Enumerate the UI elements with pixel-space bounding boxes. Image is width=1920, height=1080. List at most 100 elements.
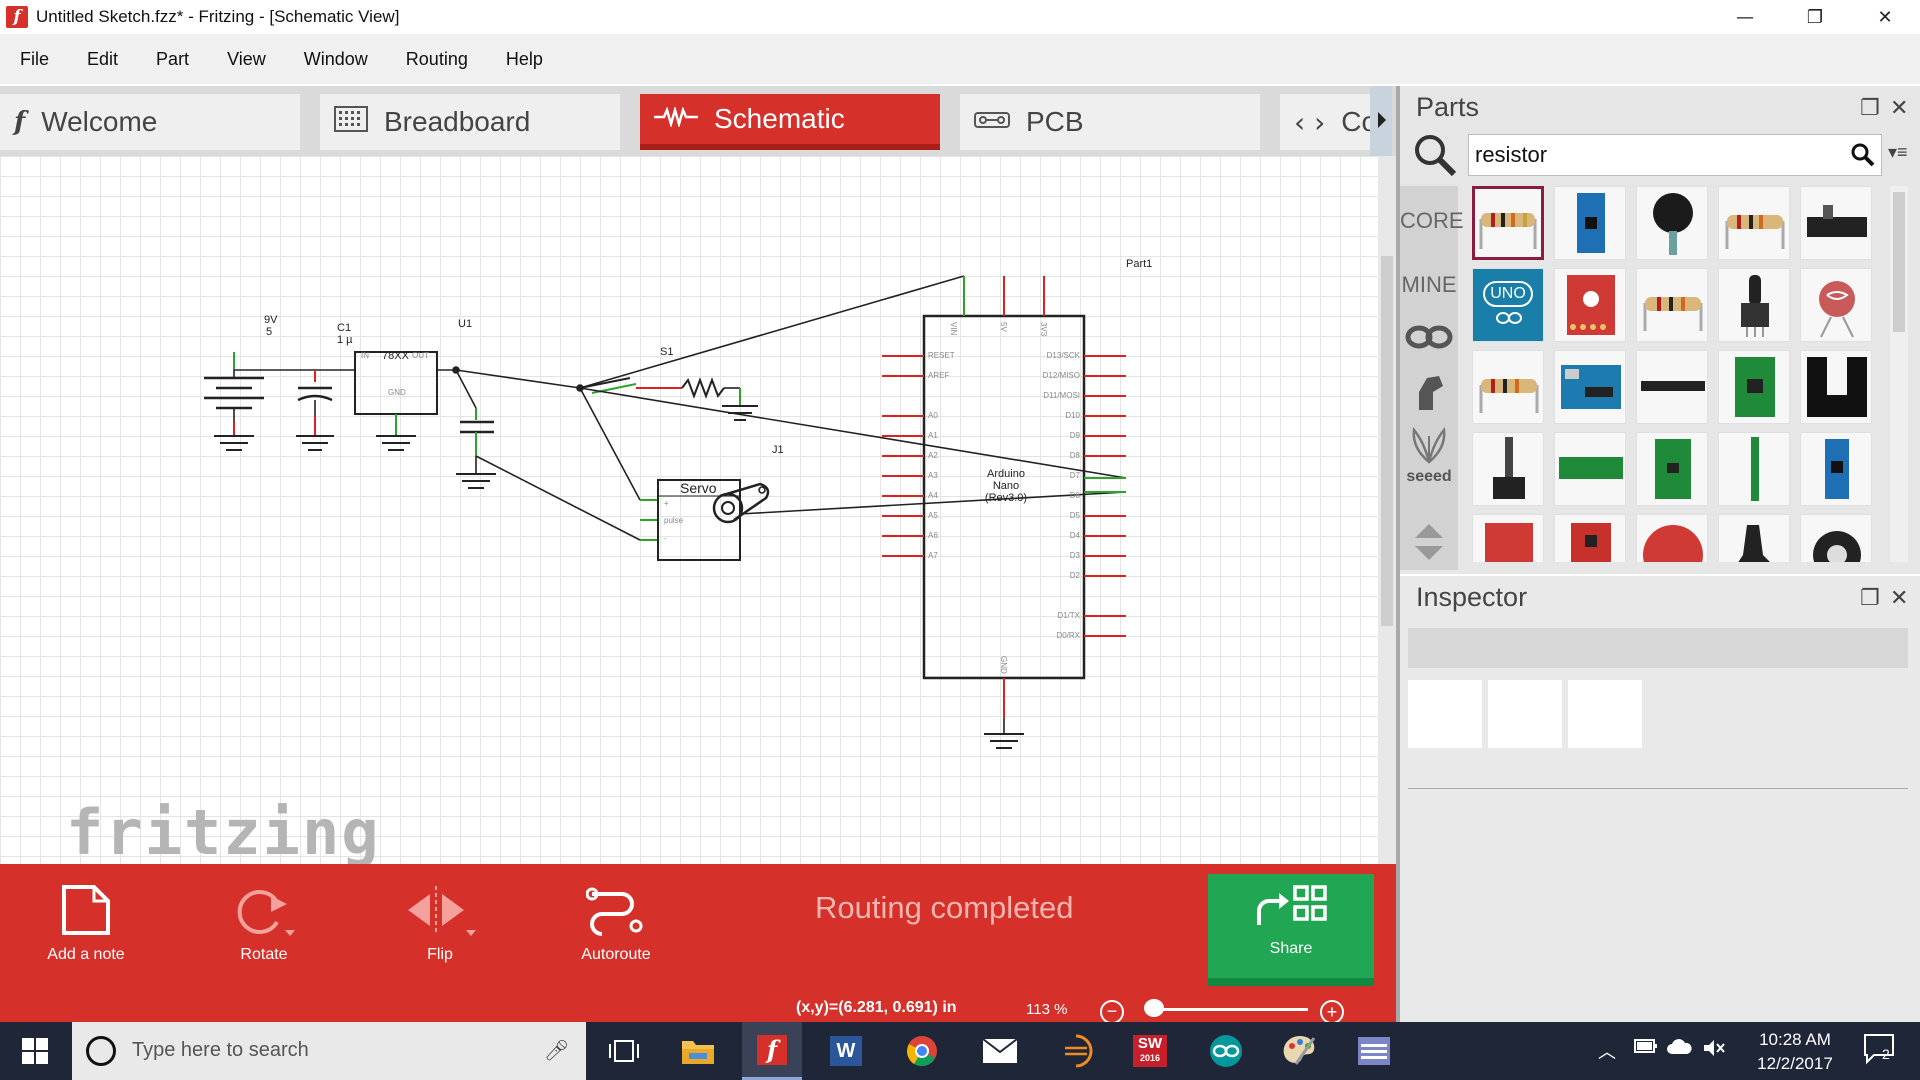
part-pro-mini-board[interactable] <box>1554 186 1626 260</box>
autoroute-button[interactable]: Autoroute <box>556 874 676 984</box>
vertical-scrollbar-thumb[interactable] <box>1381 256 1393 626</box>
part-resistor-2[interactable] <box>1636 268 1708 342</box>
share-button[interactable]: Share <box>1208 874 1374 986</box>
part-green-module[interactable] <box>1636 432 1708 506</box>
taskbar-search-box[interactable]: Type here to search 🎤︎ <box>72 1022 586 1080</box>
inspector-close-button[interactable]: ✕ <box>1890 586 1908 611</box>
arduino-pin-a4-label: A4 <box>928 491 938 500</box>
rotate-button[interactable]: Rotate <box>204 874 324 984</box>
part-wheel[interactable] <box>1800 514 1872 562</box>
part-rotary-potentiometer[interactable] <box>1718 268 1790 342</box>
part-resistor[interactable] <box>1472 186 1544 260</box>
part-green-strip-board[interactable] <box>1554 432 1626 506</box>
menu-help[interactable]: Help <box>506 49 543 70</box>
parts-menu-icon[interactable]: ▾≡ <box>1888 142 1908 163</box>
parts-float-button[interactable]: ❐ <box>1860 96 1880 121</box>
tray-overflow-chevron-icon[interactable]: ︿ <box>1598 1038 1616 1064</box>
search-submit-icon[interactable] <box>1850 142 1876 173</box>
taskbar-chrome[interactable] <box>892 1022 952 1080</box>
part-sparkfun-board[interactable] <box>1554 268 1626 342</box>
menu-part[interactable]: Part <box>156 49 189 70</box>
menu-edit[interactable]: Edit <box>87 49 118 70</box>
fritzing-hand-icon[interactable] <box>1400 370 1458 420</box>
maximize-button[interactable]: ❐ <box>1780 0 1850 34</box>
part-slide-potentiometer[interactable] <box>1800 186 1872 260</box>
part-ic-chip[interactable] <box>1636 350 1708 424</box>
parts-scrollbar[interactable] <box>1890 186 1908 562</box>
arduino-name-line2: Nano <box>992 480 1020 492</box>
arduino-pin-3v3-label: 3V3 <box>1039 322 1048 337</box>
tab-pcb[interactable]: PCB <box>960 94 1260 150</box>
battery-icon[interactable] <box>1634 1038 1658 1059</box>
part-red-module[interactable] <box>1554 514 1626 562</box>
menu-view[interactable]: View <box>227 49 266 70</box>
tab-schematic[interactable]: Schematic <box>640 94 940 150</box>
parts-search-input[interactable] <box>1468 134 1882 176</box>
zoom-in-button[interactable]: + <box>1320 1000 1344 1024</box>
arduino-infinity-icon[interactable] <box>1400 322 1458 358</box>
part-slide-pot-vertical[interactable] <box>1472 432 1544 506</box>
taskbar-app-window[interactable] <box>1344 1022 1404 1080</box>
start-button[interactable] <box>0 1022 70 1080</box>
tab-welcome-label: Welcome <box>41 106 158 137</box>
part-resistor-alt[interactable] <box>1718 186 1790 260</box>
taskbar-eclipse[interactable] <box>1046 1022 1106 1080</box>
add-note-button[interactable]: Add a note <box>26 874 146 984</box>
taskbar-word[interactable]: W <box>816 1022 876 1080</box>
bin-mine[interactable]: MINE <box>1400 272 1458 298</box>
scroll-arrows-icon[interactable] <box>1400 520 1458 570</box>
zoom-out-button[interactable]: − <box>1100 1000 1124 1024</box>
close-button[interactable]: ✕ <box>1850 0 1920 34</box>
microphone-icon[interactable]: 🎤︎ <box>544 1038 569 1063</box>
title-bar: f Untitled Sketch.fzz* - Fritzing - [Sch… <box>0 0 1920 34</box>
bin-core[interactable]: CORE <box>1400 208 1464 234</box>
seeed-logo-icon[interactable]: seeed <box>1400 426 1458 486</box>
servo-plus-pin-label: + <box>664 499 669 508</box>
part-blue-mini-board[interactable] <box>1800 432 1872 506</box>
part-photocell[interactable] <box>1800 268 1872 342</box>
arduino-name-line3: (Rev3.0) <box>984 492 1028 504</box>
flip-button[interactable]: Flip <box>380 874 500 984</box>
part-thin-green-board[interactable] <box>1718 432 1790 506</box>
onedrive-cloud-icon[interactable] <box>1666 1038 1692 1061</box>
part-red-breakout[interactable] <box>1472 514 1544 562</box>
solidworks-label: SW <box>1137 1035 1163 1052</box>
tab-breadboard[interactable]: Breadboard <box>320 94 620 150</box>
zoom-slider-track[interactable] <box>1148 1008 1308 1011</box>
zoom-slider-handle[interactable] <box>1144 999 1164 1017</box>
part-resistor-3[interactable] <box>1472 350 1544 424</box>
taskbar-mail[interactable] <box>970 1022 1030 1080</box>
taskbar-arduino-ide[interactable] <box>1196 1022 1256 1080</box>
tab-welcome[interactable]: f Welcome <box>0 94 300 150</box>
part-arduino-uno[interactable]: UNO <box>1472 268 1544 342</box>
task-view-button[interactable] <box>594 1022 654 1080</box>
schematic-canvas[interactable]: 9V 5 C1 1 µ U1 78XX IN OUT GND S1 J1 Ser… <box>0 156 1378 932</box>
menu-routing[interactable]: Routing <box>406 49 468 70</box>
taskbar-solidworks[interactable]: SW 2016 <box>1120 1022 1180 1080</box>
rotate-icon <box>204 874 324 946</box>
arduino-ref-label: Part1 <box>1126 258 1153 270</box>
action-center-button[interactable]: 2 <box>1862 1032 1898 1071</box>
taskbar-paint[interactable] <box>1270 1022 1330 1080</box>
taskbar-file-explorer[interactable] <box>668 1022 728 1080</box>
parts-close-button[interactable]: ✕ <box>1890 96 1908 121</box>
search-icon[interactable] <box>1412 132 1458 178</box>
inspector-divider <box>1408 788 1908 789</box>
part-green-breakout[interactable] <box>1718 350 1790 424</box>
part-photo-interrupter[interactable] <box>1800 350 1872 424</box>
minimize-button[interactable]: — <box>1710 0 1780 34</box>
part-joystick[interactable] <box>1718 514 1790 562</box>
part-force-sensor[interactable] <box>1636 186 1708 260</box>
part-arduino-board[interactable] <box>1554 350 1626 424</box>
menu-file[interactable]: File <box>20 49 49 70</box>
part-red-round-board[interactable] <box>1636 514 1708 562</box>
inspector-float-button[interactable]: ❐ <box>1860 586 1880 611</box>
taskbar-clock[interactable]: 10:28 AM 12/2/2017 <box>1740 1028 1850 1076</box>
vertical-scrollbar[interactable] <box>1378 156 1396 926</box>
parts-scrollbar-thumb[interactable] <box>1893 192 1905 332</box>
volume-muted-icon[interactable] <box>1702 1038 1726 1063</box>
tab-scroll-right-button[interactable] <box>1370 86 1392 156</box>
word-icon: W <box>830 1036 862 1066</box>
taskbar-fritzing[interactable]: f <box>742 1022 802 1080</box>
menu-window[interactable]: Window <box>304 49 368 70</box>
